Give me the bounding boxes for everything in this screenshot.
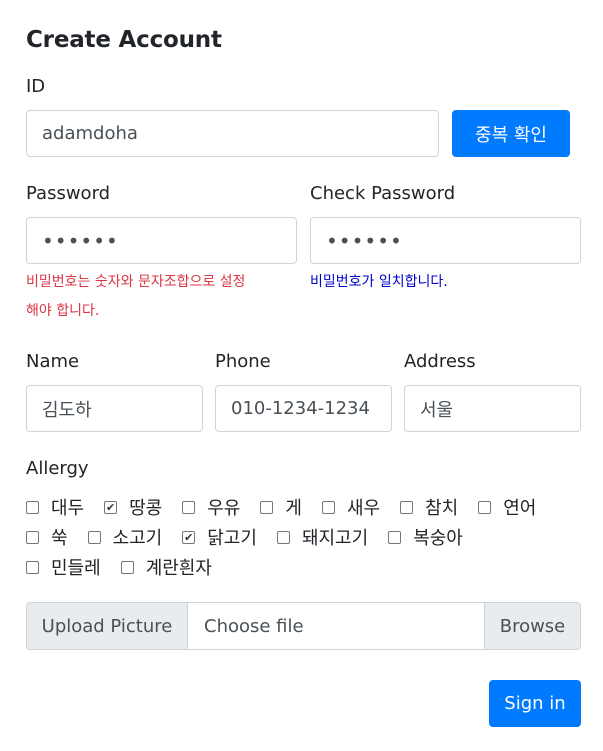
checkbox[interactable]: ✔: [104, 500, 118, 514]
allergy-option-label: 땅콩: [129, 498, 163, 519]
checkbox[interactable]: ✔: [182, 530, 196, 544]
allergy-option[interactable]: 소고기: [87, 524, 163, 550]
allergy-option[interactable]: 쑥: [26, 524, 68, 550]
allergy-option[interactable]: 민들레: [26, 554, 101, 580]
allergy-label: Allergy: [26, 458, 89, 479]
id-input-value: adamdoha: [42, 123, 138, 144]
allergy-option[interactable]: 게: [260, 494, 302, 520]
check-password-input-value: ••••••: [326, 228, 403, 253]
check-password-label: Check Password: [310, 183, 456, 204]
name-input-value: 김도하: [42, 399, 92, 421]
allergy-option-label: 대두: [51, 498, 85, 519]
allergy-row-1: 대두 ✔ 땅콩 우유 게 새우 참치 연어: [26, 494, 536, 520]
checkbox[interactable]: [182, 500, 196, 514]
duplicate-check-button[interactable]: 중복 확인: [452, 110, 570, 157]
allergy-option-label: 소고기: [112, 528, 163, 549]
password-match-message: 비밀번호가 일치합니다.: [310, 274, 448, 290]
checkbox[interactable]: [120, 560, 134, 574]
allergy-option-label: 복숭아: [413, 528, 463, 549]
allergy-option[interactable]: 새우: [321, 494, 381, 520]
check-password-input[interactable]: ••••••: [310, 217, 581, 264]
password-error-message: 비밀번호는 숫자와 문자조합으로 설정: [26, 274, 246, 290]
browse-button[interactable]: Browse: [484, 603, 580, 649]
checkbox[interactable]: [26, 530, 39, 544]
address-input-value: 서울: [420, 399, 454, 421]
name-label: Name: [26, 351, 80, 372]
checkbox[interactable]: [321, 500, 335, 514]
checkbox[interactable]: [276, 530, 290, 544]
checkbox[interactable]: [388, 530, 402, 544]
address-label: Address: [404, 351, 476, 372]
phone-input[interactable]: 010-1234-1234: [215, 385, 392, 432]
allergy-option-label: 게: [285, 498, 302, 519]
checkbox[interactable]: [260, 500, 274, 514]
id-label: ID: [26, 76, 46, 97]
id-input[interactable]: adamdoha: [26, 110, 439, 157]
allergy-option[interactable]: 계란흰자: [120, 554, 212, 580]
file-input[interactable]: Choose file: [188, 603, 484, 649]
password-input[interactable]: ••••••: [26, 217, 297, 264]
allergy-row-2: 쑥 소고기 ✔ 닭고기 돼지고기 복숭아: [26, 524, 463, 550]
phone-input-value: 010-1234-1234: [231, 398, 370, 419]
allergy-option[interactable]: ✔ 닭고기: [182, 524, 257, 550]
password-label: Password: [26, 183, 111, 204]
phone-label: Phone: [215, 351, 271, 372]
allergy-option-label: 연어: [503, 498, 537, 519]
allergy-option-label: 계란흰자: [145, 558, 212, 579]
sign-in-button[interactable]: Sign in: [489, 680, 581, 727]
checkbox[interactable]: [478, 500, 492, 514]
allergy-option-label: 민들레: [51, 558, 101, 579]
allergy-option[interactable]: ✔ 땅콩: [104, 494, 162, 520]
password-error-message-line2: 해야 합니다.: [26, 303, 100, 319]
allergy-option[interactable]: 연어: [478, 494, 536, 520]
upload-picture-label: Upload Picture: [27, 603, 188, 649]
checkbox[interactable]: [400, 500, 414, 514]
allergy-option-label: 참치: [425, 498, 459, 519]
allergy-option[interactable]: 돼지고기: [276, 524, 369, 550]
allergy-option[interactable]: 참치: [400, 494, 458, 520]
upload-picture-group: Upload Picture Choose file Browse: [26, 602, 581, 650]
form-title: Create Account: [26, 27, 222, 53]
allergy-option[interactable]: 복숭아: [388, 524, 463, 550]
password-input-value: ••••••: [42, 228, 119, 253]
allergy-option-label: 새우: [346, 498, 381, 519]
checkbox[interactable]: [87, 530, 101, 544]
allergy-row-3: 민들레 계란흰자: [26, 554, 212, 580]
allergy-option[interactable]: 대두: [26, 494, 84, 520]
allergy-option-label: 우유: [207, 498, 241, 519]
allergy-option[interactable]: 우유: [182, 494, 240, 520]
name-input[interactable]: 김도하: [26, 385, 203, 432]
checkbox[interactable]: [26, 560, 39, 574]
allergy-option-label: 쑥: [51, 528, 68, 549]
allergy-option-label: 돼지고기: [301, 528, 369, 549]
allergy-option-label: 닭고기: [207, 528, 257, 549]
checkbox[interactable]: [26, 500, 39, 514]
address-input[interactable]: 서울: [404, 385, 581, 432]
